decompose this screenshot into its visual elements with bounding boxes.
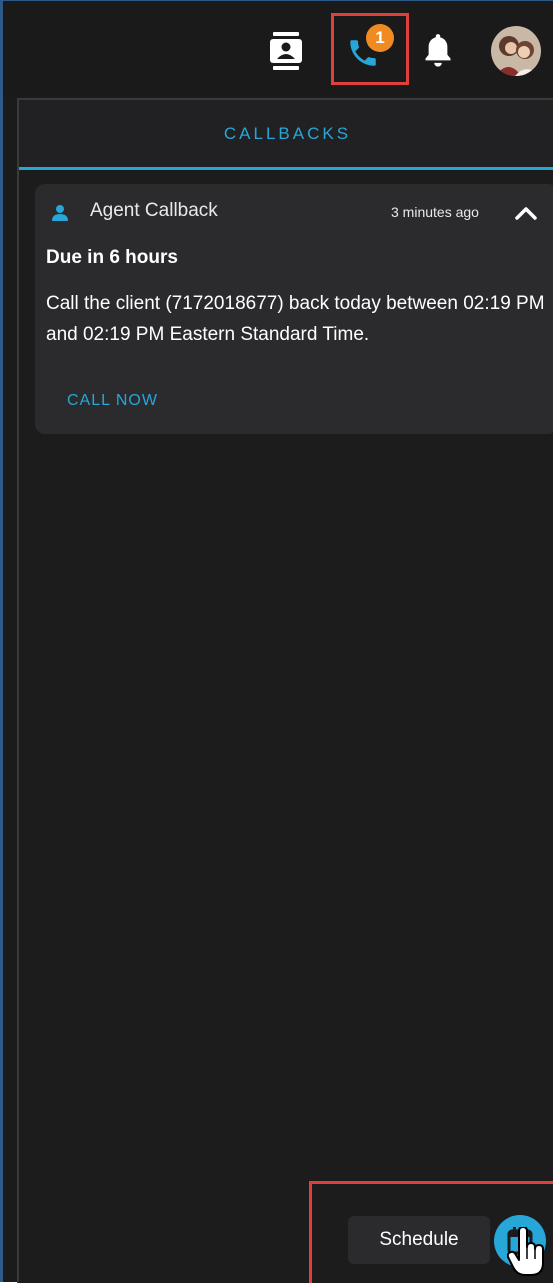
callback-card: Agent Callback 3 minutes ago Due in 6 ho… [35,184,553,434]
collapse-button[interactable] [513,200,539,226]
callbacks-phone-button[interactable]: 1 [331,13,409,85]
notifications-button[interactable] [417,29,459,73]
callbacks-panel: CALLBACKS Agent Callback 3 minutes ago D… [17,98,553,1283]
notification-badge: 1 [366,24,394,52]
avatar-image [491,26,541,76]
callback-message: Call the client (7172018677) back today … [46,293,545,345]
callback-due: Due in 6 hours [46,247,178,268]
contact-card-icon [270,32,302,70]
bell-icon [425,34,451,67]
tab-callbacks[interactable]: CALLBACKS [19,100,553,170]
hand-cursor-icon [507,1227,544,1276]
callback-timestamp: 3 minutes ago [391,204,479,220]
user-avatar[interactable] [491,26,541,76]
chevron-up-icon [515,207,537,220]
top-bar: 1 [3,1,553,97]
app-window: 1 CALLBACKS Agent Callback 3 minutes ago… [0,0,553,1283]
schedule-tooltip: Schedule [348,1216,490,1264]
call-now-button[interactable]: CALL NOW [67,392,158,410]
contacts-button[interactable] [265,29,307,73]
callback-type-label: Agent Callback [90,200,218,221]
tab-callbacks-label: CALLBACKS [223,123,352,143]
person-icon [52,205,68,221]
